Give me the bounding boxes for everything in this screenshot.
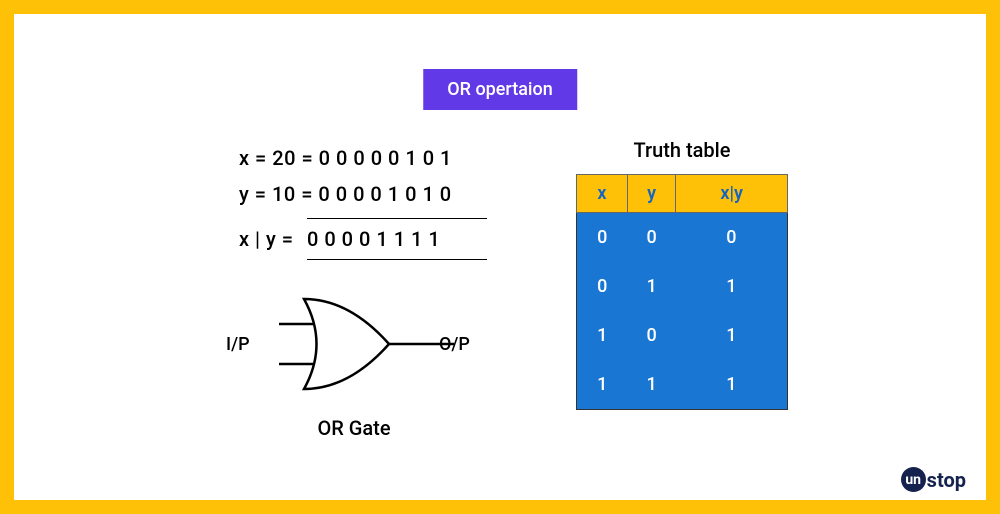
equations-block: x = 20 = 0 0 0 0 0 1 0 1 y = 10 = 0 0 0 … <box>239 146 487 272</box>
result-value: 0 0 0 0 1 1 1 1 <box>307 227 440 251</box>
unstop-logo: unstop <box>901 467 966 492</box>
result-label: x | y = <box>239 227 294 251</box>
output-label: O/P <box>439 334 470 355</box>
table-row: 0 0 0 <box>577 213 788 263</box>
or-gate-diagram: I/P O/P OR Gate <box>214 284 494 440</box>
equation-result: x | y = 0 0 0 0 1 1 1 1 <box>307 218 487 260</box>
equation-x: x = 20 = 0 0 0 0 0 1 0 1 <box>239 146 487 170</box>
header-x: x <box>577 175 628 213</box>
truth-table: x y x|y 0 0 0 0 1 1 1 0 1 1 1 <box>576 174 788 410</box>
title-badge: OR opertaion <box>423 69 577 110</box>
header-xy: x|y <box>676 175 788 213</box>
or-gate-icon <box>239 284 469 404</box>
table-row: 0 1 1 <box>577 262 788 311</box>
truth-table-title: Truth table <box>576 138 788 162</box>
logo-text: stop <box>927 468 966 492</box>
header-y: y <box>627 175 675 213</box>
input-label: I/P <box>226 334 250 355</box>
logo-circle: un <box>901 467 926 492</box>
table-row: 1 1 1 <box>577 360 788 410</box>
equation-y: y = 10 = 0 0 0 0 1 0 1 0 <box>239 182 487 206</box>
table-row: 1 0 1 <box>577 311 788 360</box>
gate-caption: OR Gate <box>214 416 494 440</box>
truth-table-container: Truth table x y x|y 0 0 0 0 1 1 1 0 1 <box>576 138 788 410</box>
